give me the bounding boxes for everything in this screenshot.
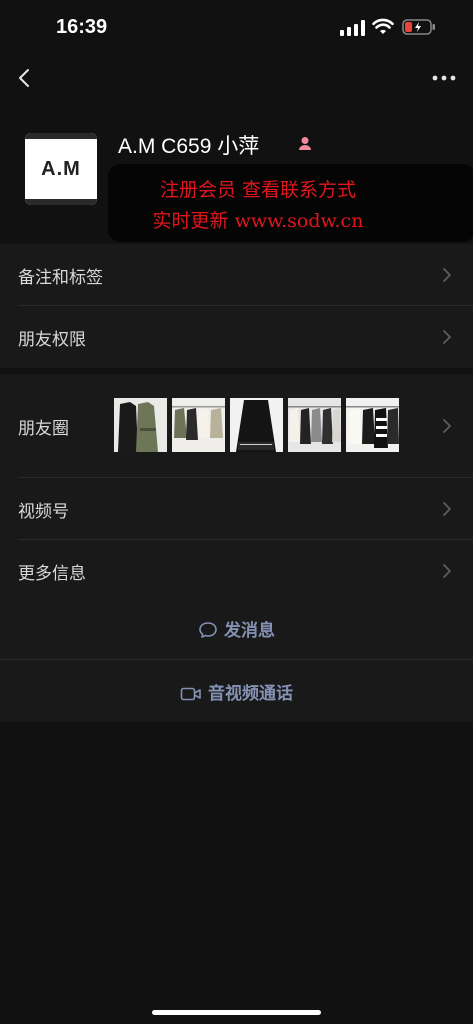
contact-profile-screen: 16:39 A.M A.M C659 小萍 注册会员 查看联系方式 实时更新 w… bbox=[0, 0, 473, 1024]
video-camera-icon bbox=[180, 687, 201, 701]
send-message-content: 发消息 bbox=[0, 616, 473, 641]
battery-low-icon bbox=[402, 19, 435, 35]
send-message-label: 发消息 bbox=[224, 621, 275, 641]
row-label: 更多信息 bbox=[18, 564, 86, 584]
garment-image bbox=[230, 398, 283, 452]
moments-thumbnail bbox=[346, 398, 399, 452]
moments-thumbnail bbox=[172, 398, 225, 452]
contact-actions: 发消息 音视频通话 bbox=[0, 597, 473, 722]
chevron-right-icon bbox=[443, 419, 451, 433]
row-remarks-tags[interactable]: 备注和标签 bbox=[0, 244, 473, 306]
status-time: 16:39 bbox=[56, 16, 108, 38]
voice-video-call-content: 音视频通话 bbox=[0, 679, 473, 704]
avatar[interactable]: A.M bbox=[25, 133, 97, 205]
back-icon[interactable] bbox=[12, 62, 40, 94]
promo-watermark: 注册会员 查看联系方式 实时更新 www.sodw.cn bbox=[108, 164, 473, 242]
row-channels[interactable]: 视频号 bbox=[0, 478, 473, 540]
avatar-bottom-band bbox=[25, 199, 97, 205]
chat-bubble-icon bbox=[199, 622, 217, 638]
wifi-icon bbox=[372, 18, 394, 34]
settings-list-bottom: 朋友圈 视频号 更多信息 bbox=[0, 374, 473, 602]
home-indicator[interactable] bbox=[152, 1010, 321, 1015]
signal-icon bbox=[340, 20, 365, 36]
voice-video-call-button[interactable]: 音视频通话 bbox=[0, 660, 473, 722]
nav-bar bbox=[0, 56, 473, 100]
chevron-right-icon bbox=[443, 268, 451, 282]
avatar-top-band bbox=[25, 133, 97, 139]
garment-image bbox=[114, 398, 167, 452]
row-label: 视频号 bbox=[18, 502, 69, 522]
female-icon bbox=[299, 137, 311, 150]
promo-line-1: 注册会员 查看联系方式 bbox=[159, 179, 357, 201]
garment-image bbox=[346, 398, 399, 452]
row-moments[interactable]: 朋友圈 bbox=[0, 374, 473, 478]
chevron-right-icon bbox=[443, 502, 451, 516]
profile-name: A.M C659 小萍 bbox=[118, 135, 260, 158]
row-label: 朋友权限 bbox=[18, 330, 86, 350]
avatar-logo-text: A.M bbox=[41, 158, 81, 180]
status-bar: 16:39 bbox=[0, 0, 473, 56]
row-label: 朋友圈 bbox=[18, 419, 69, 439]
settings-list-top: 备注和标签 朋友权限 bbox=[0, 244, 473, 368]
send-message-button[interactable]: 发消息 bbox=[0, 597, 473, 659]
voice-video-call-label: 音视频通话 bbox=[208, 684, 293, 704]
row-label: 备注和标签 bbox=[18, 268, 103, 288]
more-icon[interactable] bbox=[428, 64, 460, 92]
garment-image bbox=[288, 398, 341, 452]
row-more-info[interactable]: 更多信息 bbox=[0, 540, 473, 602]
chevron-right-icon bbox=[443, 330, 451, 344]
row-friend-permissions[interactable]: 朋友权限 bbox=[0, 306, 473, 368]
moments-thumbnail bbox=[230, 398, 283, 452]
garment-image bbox=[172, 398, 225, 452]
moments-thumbnail bbox=[288, 398, 341, 452]
profile-header: A.M A.M C659 小萍 注册会员 查看联系方式 实时更新 www.sod… bbox=[0, 100, 473, 242]
moments-thumbnail bbox=[114, 398, 167, 452]
chevron-right-icon bbox=[443, 564, 451, 578]
promo-line-2: 实时更新 www.sodw.cn bbox=[152, 210, 364, 232]
